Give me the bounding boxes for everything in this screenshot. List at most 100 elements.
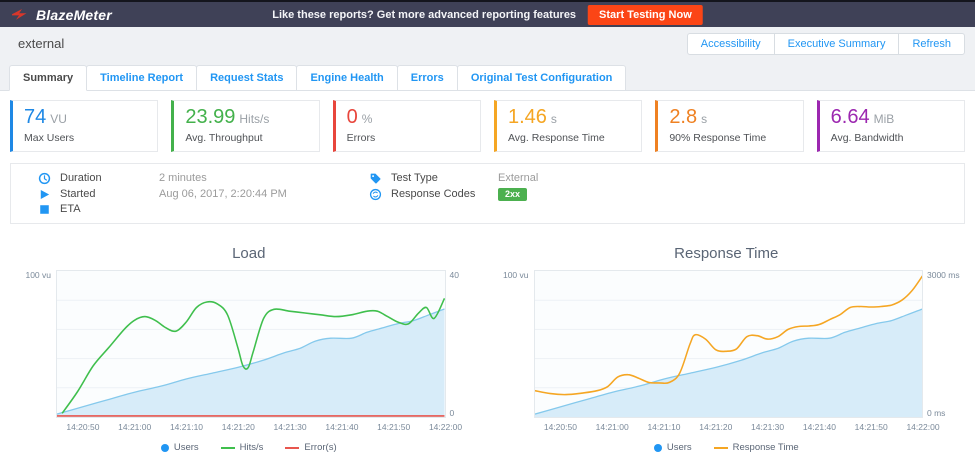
charts-row: Load 100 vu 40 0 14:20:5014:21:0014:21:1… (10, 236, 965, 453)
response-time-chart-panel: Response Time 100 vu 3000 ms 0 ms 14:20:… (488, 236, 966, 453)
tab-strip: SummaryTimeline ReportRequest StatsEngin… (0, 60, 975, 91)
detail-label: Response Codes (391, 188, 498, 201)
promo-text: Like these reports? Get more advanced re… (272, 9, 576, 21)
legend-line-marker (221, 447, 235, 449)
x-tick-label: 14:22:00 (429, 422, 462, 432)
stat-unit: s (701, 112, 707, 126)
legend-label: Response Time (733, 442, 799, 453)
report-header: external AccessibilityExecutive SummaryR… (0, 27, 975, 60)
x-tick-label: 14:21:20 (222, 422, 255, 432)
x-tick-label: 14:21:30 (751, 422, 784, 432)
legend-label: Error(s) (304, 442, 336, 453)
response-time-chart-title: Response Time (494, 245, 960, 262)
response-code-badge: 2xx (498, 188, 527, 201)
x-tick-label: 14:22:00 (906, 422, 939, 432)
report-content: 74 VU Max Users 23.99 Hits/s Avg. Throughput 0… (0, 91, 975, 453)
blazemeter-logo-icon (12, 8, 32, 21)
tab-summary[interactable]: Summary (9, 65, 87, 91)
tab-original-test-configuration[interactable]: Original Test Configuration (457, 65, 627, 91)
tab-errors[interactable]: Errors (397, 65, 458, 91)
load-y-axis-left-label: 100 vu (16, 270, 56, 418)
x-tick-label: 14:21:40 (803, 422, 836, 432)
tab-engine-health[interactable]: Engine Health (296, 65, 397, 91)
tag-icon (369, 172, 382, 185)
stats-row: 74 VU Max Users 23.99 Hits/s Avg. Throughput 0… (10, 100, 965, 152)
legend-item-users[interactable]: Users (654, 442, 692, 453)
legend-item-users[interactable]: Users (161, 442, 199, 453)
stat-label: Max Users (24, 132, 146, 144)
stat-value: 0 (347, 106, 358, 128)
load-chart-title: Load (16, 245, 482, 262)
stat-unit: VU (50, 112, 67, 126)
stat-label: Avg. Response Time (508, 132, 630, 144)
stat-value: 74 (24, 106, 46, 128)
details-column-left: Duration2 minutes StartedAug 06, 2017, 2:… (11, 172, 356, 216)
legend-label: Users (174, 442, 199, 453)
detail-row-started: StartedAug 06, 2017, 2:20:44 PM (38, 188, 356, 201)
stat-label: Avg. Bandwidth (831, 132, 953, 144)
x-tick-label: 14:20:50 (544, 422, 577, 432)
response-time-chart-legend: Users Response Time (494, 442, 960, 453)
load-x-axis-ticks: 14:20:50 14:21:00 14:21:10 14:21:20 14:21:30… (57, 422, 446, 433)
legend-item-error-s[interactable]: Error(s) (285, 442, 336, 453)
stat-value: 1.46 (508, 106, 547, 128)
stat-unit: % (362, 112, 373, 126)
header-actions: AccessibilityExecutive SummaryRefresh (688, 33, 965, 55)
x-tick-label: 14:20:50 (66, 422, 99, 432)
play-icon (38, 188, 51, 201)
response-time-chart-plot[interactable] (534, 270, 924, 418)
legend-dot-marker (161, 444, 169, 452)
stat-value: 2.8 (669, 106, 697, 128)
detail-row-test-type: Test TypeExternal (369, 172, 538, 185)
stat-value: 6.64 (831, 106, 870, 128)
x-tick-label: 14:21:30 (274, 422, 307, 432)
stop-icon (38, 203, 51, 216)
stat-label: Avg. Throughput (185, 132, 307, 144)
x-tick-label: 14:21:00 (596, 422, 629, 432)
detail-label: ETA (60, 203, 159, 216)
header-action-accessibility[interactable]: Accessibility (687, 33, 775, 55)
detail-row-duration: Duration2 minutes (38, 172, 356, 185)
promo-banner: Like these reports? Get more advanced re… (272, 5, 703, 25)
rt-x-axis-ticks: 14:20:50 14:21:00 14:21:10 14:21:20 14:21:30… (535, 422, 924, 433)
stat-unit: s (551, 112, 557, 126)
load-chart-plot[interactable] (56, 270, 446, 418)
stat-card-90-response-time: 2.8s90% Response Time (655, 100, 803, 152)
header-action-refresh[interactable]: Refresh (898, 33, 965, 55)
clock-icon (38, 172, 51, 185)
legend-item-hits-s[interactable]: Hits/s (221, 442, 264, 453)
legend-item-response-time[interactable]: Response Time (714, 442, 799, 453)
detail-label: Test Type (391, 172, 498, 185)
top-nav-bar: BlazeMeter Like these reports? Get more … (0, 0, 975, 27)
blazemeter-logo[interactable]: BlazeMeter (12, 7, 112, 23)
detail-value: 2 minutes (159, 172, 207, 185)
x-tick-label: 14:21:50 (377, 422, 410, 432)
test-details-panel: Duration2 minutes StartedAug 06, 2017, 2:… (10, 163, 965, 224)
rt-y-axis-right-min: 0 ms (927, 408, 959, 418)
load-y-axis-right-min: 0 (450, 408, 482, 418)
detail-label: Started (60, 188, 159, 201)
header-action-executive-summary[interactable]: Executive Summary (774, 33, 900, 55)
legend-label: Users (667, 442, 692, 453)
x-tick-label: 14:21:40 (325, 422, 358, 432)
x-tick-label: 14:21:00 (118, 422, 151, 432)
rt-y-axis-left-label: 100 vu (494, 270, 534, 418)
start-testing-now-button[interactable]: Start Testing Now (588, 5, 703, 25)
x-tick-label: 14:21:10 (647, 422, 680, 432)
detail-label: Duration (60, 172, 159, 185)
x-tick-label: 14:21:10 (170, 422, 203, 432)
codes-icon (369, 188, 382, 201)
stat-label: Errors (347, 132, 469, 144)
blazemeter-logo-text: BlazeMeter (36, 7, 112, 23)
x-tick-label: 14:21:20 (699, 422, 732, 432)
stat-value: 23.99 (185, 106, 235, 128)
details-column-right: Test TypeExternalResponse Codes2xx (356, 172, 538, 216)
load-chart-legend: Users Hits/s Error(s) (16, 442, 482, 453)
stat-card-avg-response-time: 1.46 s Avg. Response Time (494, 100, 642, 152)
tab-request-stats[interactable]: Request Stats (196, 65, 297, 91)
x-tick-label: 14:21:50 (855, 422, 888, 432)
page-title: external (18, 36, 64, 51)
detail-value: External (498, 172, 538, 185)
stat-unit: Hits/s (239, 112, 269, 126)
tab-timeline-report[interactable]: Timeline Report (86, 65, 197, 91)
